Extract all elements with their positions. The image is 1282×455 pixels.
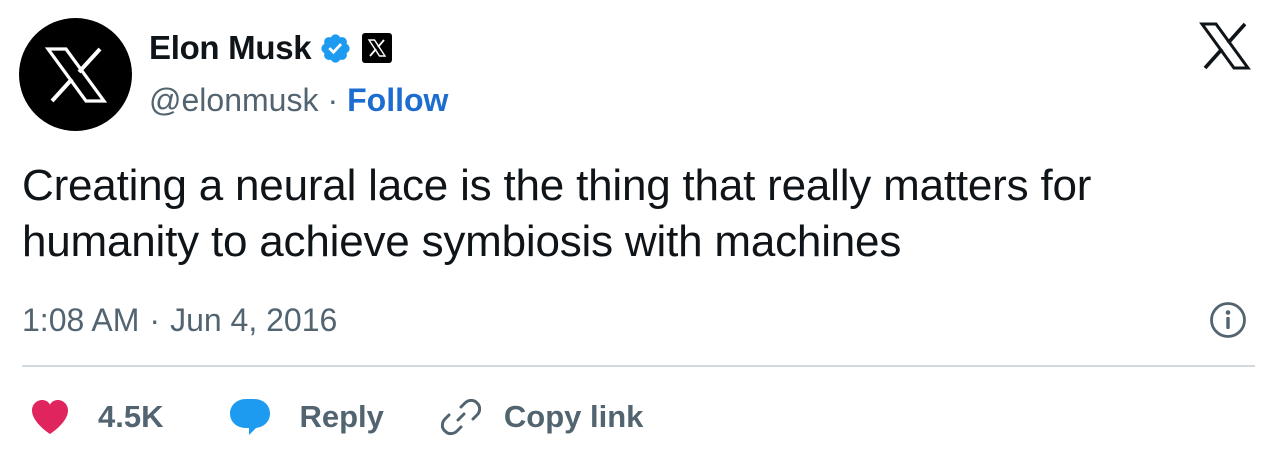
author-handle-row: @elonmusk · Follow [149,78,448,122]
avatar[interactable] [19,18,132,131]
x-logo-icon[interactable] [1199,20,1251,72]
action-bar: 4.5K Reply Copy link [30,392,643,442]
x-logo-icon [44,46,107,103]
copy-link-label: Copy link [503,399,644,434]
tweet-embed-card: Elon Musk @elonmusk · Follow Creating a … [0,0,1282,455]
copy-link-button[interactable]: Copy link [440,396,644,438]
reply-button[interactable]: Reply [229,397,384,437]
reply-label: Reply [299,399,384,434]
tweet-text: Creating a neural lace is the thing that… [22,161,1092,266]
info-icon[interactable] [1209,301,1247,339]
author-handle[interactable]: @elonmusk [149,82,318,119]
tweet-date: Jun 4, 2016 [170,301,338,338]
like-button[interactable]: 4.5K [30,398,163,436]
separator-dot: · [327,81,339,118]
heart-icon [32,400,68,434]
follow-button[interactable]: Follow [347,82,448,119]
link-icon [440,398,482,436]
like-count: 4.5K [98,399,164,434]
tweet-time: 1:08 AM [22,301,140,338]
author-name[interactable]: Elon Musk [149,29,312,67]
author-name-row: Elon Musk [149,26,393,70]
speech-bubble-icon [230,399,271,435]
divider [22,365,1255,367]
tweet-timestamp[interactable]: 1:08 AM · Jun 4, 2016 [22,298,337,342]
separator-dot: · [149,301,161,338]
verified-badge-icon [321,33,350,63]
x-affiliation-badge-icon [362,33,393,63]
